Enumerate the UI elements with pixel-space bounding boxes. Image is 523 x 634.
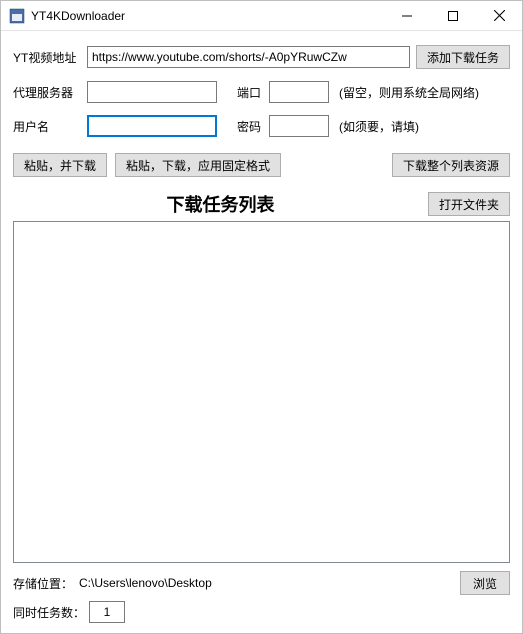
browse-button[interactable]: 浏览	[460, 571, 510, 595]
url-input[interactable]	[87, 46, 410, 68]
proxy-hint: (留空，则用系统全局网络)	[339, 84, 479, 101]
auth-hint: (如须要，请填)	[339, 118, 419, 135]
concurrent-label: 同时任务数：	[13, 604, 85, 621]
maximize-button[interactable]	[430, 1, 476, 31]
url-label: YT视频地址	[13, 49, 83, 66]
save-path-value: C:\Users\lenovo\Desktop	[79, 576, 212, 590]
password-label: 密码	[237, 118, 265, 135]
proxy-label: 代理服务器	[13, 84, 83, 101]
password-input[interactable]	[269, 115, 329, 137]
add-task-button[interactable]: 添加下载任务	[416, 45, 510, 69]
close-button[interactable]	[476, 1, 522, 31]
window-title: YT4KDownloader	[31, 9, 125, 23]
task-list[interactable]	[13, 221, 510, 563]
download-playlist-button[interactable]: 下载整个列表资源	[392, 153, 510, 177]
app-icon	[9, 8, 25, 24]
content-area: YT视频地址 添加下载任务 代理服务器 端口 (留空，则用系统全局网络) 用户名…	[1, 31, 522, 633]
open-folder-button[interactable]: 打开文件夹	[428, 192, 510, 216]
concurrent-input[interactable]	[89, 601, 125, 623]
port-label: 端口	[237, 84, 265, 101]
save-path-label: 存储位置：	[13, 575, 73, 592]
username-input[interactable]	[87, 115, 217, 137]
paste-download-button[interactable]: 粘贴，并下载	[13, 153, 107, 177]
task-list-title: 下载任务列表	[13, 191, 428, 217]
titlebar: YT4KDownloader	[1, 1, 522, 31]
port-input[interactable]	[269, 81, 329, 103]
minimize-button[interactable]	[384, 1, 430, 31]
username-label: 用户名	[13, 118, 83, 135]
proxy-input[interactable]	[87, 81, 217, 103]
paste-download-fixed-button[interactable]: 粘贴，下载，应用固定格式	[115, 153, 281, 177]
